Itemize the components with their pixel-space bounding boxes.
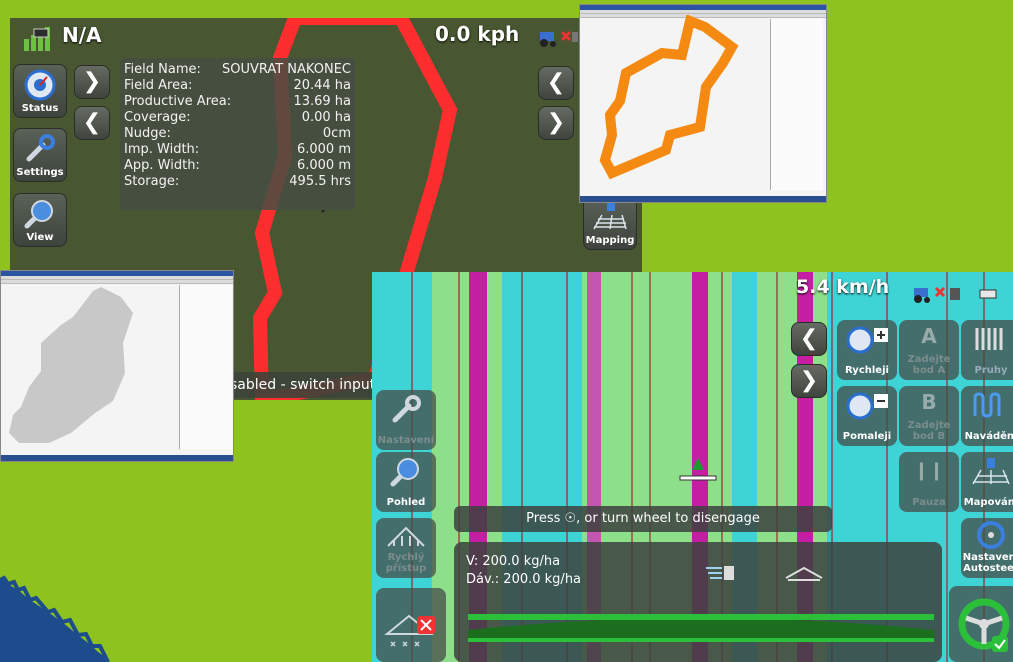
disengage-suffix: , or turn wheel to disengage (576, 511, 760, 526)
disengage-prefix: Press (526, 511, 565, 526)
steering-wheel-settings-icon (977, 521, 1005, 549)
steering-wheel-engaged-icon (958, 598, 1010, 652)
implement-icon (387, 526, 425, 547)
view-button[interactable]: View (13, 193, 67, 247)
mapping-button[interactable]: Mapping (583, 196, 637, 250)
field-info-row: Field Name: SOUVRAT NAKONEC (124, 62, 351, 77)
field-info-row: Nudge: 0cm (124, 126, 351, 141)
section-control-button[interactable] (376, 588, 446, 662)
magnifier-icon (390, 458, 419, 487)
chevron-left-icon: ❮ (82, 110, 102, 135)
settings-label: Settings (16, 167, 64, 178)
wrench-icon (392, 395, 421, 423)
field-info-row: App. Width: 6.000 m (124, 158, 351, 173)
wrench-icon (26, 134, 55, 162)
desktop-software-window-orange-boundary (579, 4, 827, 203)
map-pin-grid-icon (593, 201, 627, 230)
autosteer-settings-button[interactable]: Nastavení Autosteer (961, 518, 1013, 578)
quick-access-button[interactable]: Rychlý přístup (376, 518, 436, 578)
guidance-label: Navádění (964, 431, 1013, 442)
view-button[interactable]: Pohled (376, 452, 436, 512)
desktop-software-window-gray-field (0, 270, 234, 462)
map-pin-grid-icon (972, 458, 1010, 485)
gauge-minus-icon (846, 392, 888, 420)
status-label: Status (21, 103, 59, 114)
field-info-row: Imp. Width: 6.000 m (124, 142, 351, 157)
slower-label: Pomaleji (842, 431, 892, 442)
rate-applied: Dáv.: 200.0 kg/ha (466, 572, 582, 587)
tractor-status-icon (910, 282, 1000, 310)
right-arrow-button[interactable]: ❯ (791, 364, 827, 398)
chevron-right-icon: ❯ (82, 69, 102, 94)
chevron-left-icon: ❮ (799, 326, 819, 351)
tractor-status-icon (536, 26, 580, 52)
lanes-icon (975, 328, 1003, 350)
speed-readout: 5.4 km/h (796, 276, 890, 298)
settings-button[interactable]: Nastavení (376, 390, 436, 450)
chevron-left-icon: ❮ (546, 70, 566, 95)
field-info-row: Productive Area: 13.69 ha (124, 94, 351, 109)
chevron-right-icon: ❯ (546, 110, 566, 135)
rate-target: V: 200.0 kg/ha (466, 554, 561, 569)
set-point-a-button[interactable]: A Zadejte bod A (899, 320, 959, 380)
point-a-icon: A (921, 324, 937, 348)
pause-label: Pauza (912, 497, 946, 508)
lanes-button[interactable]: Pruhy (961, 320, 1013, 380)
faster-label: Rychleji (845, 365, 889, 376)
speed-readout: 0.0 kph (435, 22, 520, 46)
pause-icon: ❙❙ (913, 460, 945, 481)
quick-access-label: Rychlý přístup (385, 552, 427, 574)
guidance-display-coverage: 5.4 km/h ❮ ❯ Rychleji Pomaleji A Zadejte… (372, 272, 1013, 662)
rate-panel: V: 200.0 kg/ha Dáv.: 200.0 kg/ha (454, 542, 942, 662)
view-label: View (26, 232, 54, 243)
steering-wheel-small-icon: ☉ (564, 511, 577, 526)
right-panel-right-arrow-button[interactable]: ❯ (538, 106, 574, 140)
next-page-arrow-button[interactable]: ❯ (74, 65, 110, 99)
field-boundary-preview-orange (599, 15, 739, 180)
magnifier-icon (24, 200, 53, 229)
field-info-row: Storage: 495.5 hrs (124, 174, 351, 189)
faster-button[interactable]: Rychleji (837, 320, 897, 380)
swath-coverage-bar (468, 614, 934, 642)
guidance-button[interactable]: Navádění (961, 386, 1013, 446)
disengage-message-bar: Press ☉, or turn wheel to disengage (454, 506, 832, 532)
decorative-corner-pattern (0, 575, 110, 662)
point-b-icon: B (921, 390, 937, 414)
mapping-button[interactable]: Mapování (961, 452, 1013, 512)
gauge-plus-icon (846, 326, 888, 354)
status-button[interactable]: Status (13, 64, 67, 118)
set-point-b-label: Zadejte bod B (907, 420, 951, 442)
pause-button[interactable]: ❙❙ Pauza (899, 452, 959, 512)
field-info-row: Coverage: 0.00 ha (124, 110, 351, 125)
slower-button[interactable]: Pomaleji (837, 386, 897, 446)
mapping-label: Mapování (963, 497, 1013, 508)
gps-status-text: N/A (62, 23, 102, 47)
settings-label: Nastavení (377, 435, 435, 446)
left-arrow-button[interactable]: ❮ (791, 322, 827, 356)
right-panel-left-arrow-button[interactable]: ❮ (538, 66, 574, 100)
section-disabled-icon (384, 614, 435, 647)
mapping-label: Mapping (585, 235, 635, 246)
gauge-icon (24, 69, 56, 101)
field-info-panel: Field Name: SOUVRAT NAKONEC Field Area: 20… (120, 58, 355, 210)
set-point-b-button[interactable]: B Zadejte bod B (899, 386, 959, 446)
settings-button[interactable]: Settings (13, 128, 67, 182)
lanes-label: Pruhy (974, 365, 1008, 376)
view-label: Pohled (386, 497, 426, 508)
field-shape-preview-gray (9, 287, 133, 443)
gps-signal-icon (22, 23, 56, 57)
autosteer-settings-label: Nastavení Autosteer (962, 552, 1013, 574)
seeder-icon (706, 566, 734, 580)
boom-icon (785, 566, 823, 581)
autosteer-engage-button[interactable] (949, 586, 1013, 662)
guidance-pattern-icon (973, 392, 1001, 418)
previous-page-arrow-button[interactable]: ❮ (74, 106, 110, 140)
field-info-row: Field Area: 20.44 ha (124, 78, 351, 93)
set-point-a-label: Zadejte bod A (907, 354, 951, 376)
chevron-right-icon: ❯ (799, 368, 819, 393)
